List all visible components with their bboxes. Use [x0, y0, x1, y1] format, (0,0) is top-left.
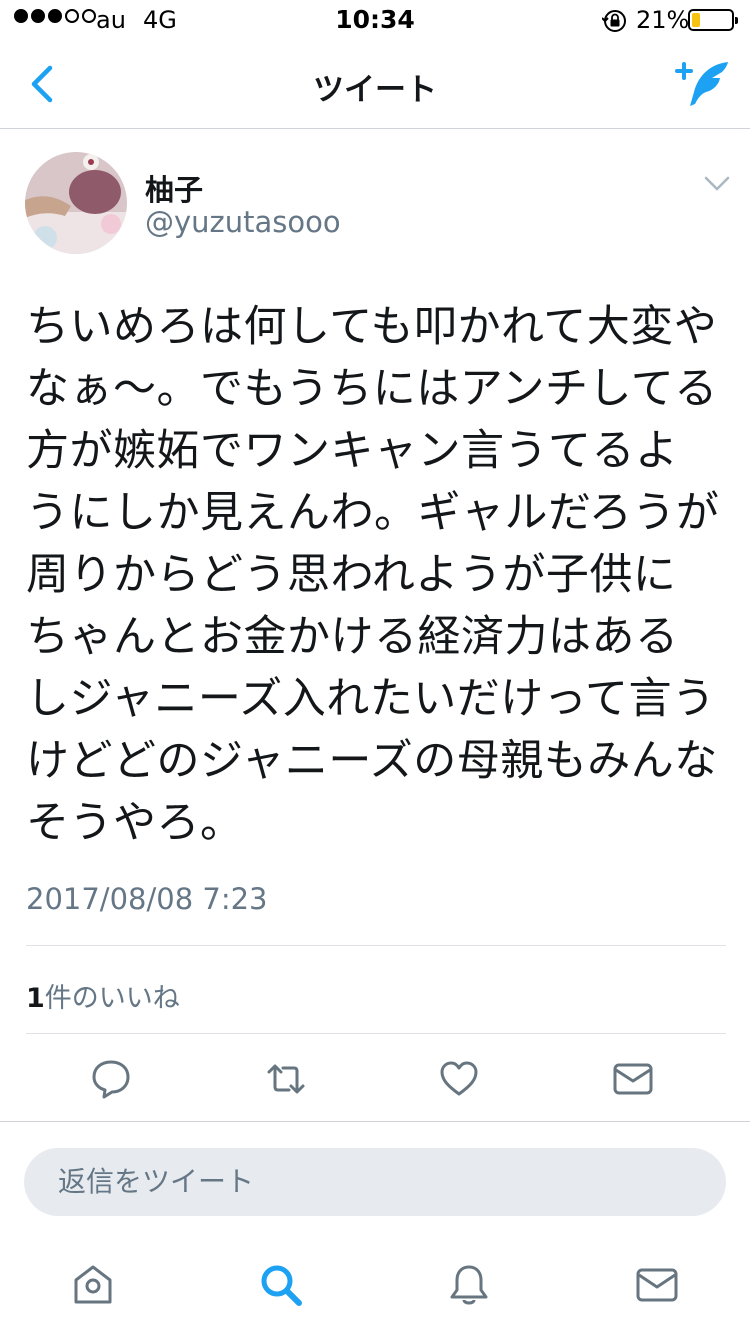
- rotation-lock-icon: [602, 10, 626, 32]
- tweet-line: なぁ〜。でもうちにはアンチしてる: [26, 364, 718, 414]
- section-divider: [0, 1121, 750, 1122]
- notifications-icon[interactable]: [446, 1262, 492, 1308]
- tweet-line: ちいめろは何しても叩かれて大変や: [26, 302, 718, 352]
- battery-percent: 21%: [636, 6, 690, 34]
- home-icon[interactable]: [70, 1262, 116, 1308]
- status-bar: au 4G 10:34 21%: [0, 0, 750, 40]
- navigation-bar: ツイート: [0, 40, 750, 129]
- divider: [26, 945, 726, 946]
- like-icon[interactable]: [438, 1058, 480, 1100]
- tweet-line: ちゃんとお金かける経済力はある: [26, 612, 679, 662]
- avatar[interactable]: [25, 152, 127, 254]
- display-name[interactable]: 柚子: [145, 167, 203, 209]
- likes-count: 1: [26, 983, 45, 1014]
- tweet-line: 方が嫉妬でワンキャン言うてるよ: [26, 426, 679, 476]
- tweet-timestamp: 2017/08/08 7:23: [26, 882, 268, 916]
- chevron-down-icon[interactable]: [704, 175, 730, 193]
- tweet-line: そうやろ。: [26, 798, 244, 848]
- user-handle[interactable]: @yuzutasooo: [145, 205, 341, 239]
- tweet-line: しジャニーズ入れたいだけって言う: [26, 674, 716, 724]
- tweet-line: けどどのジャニーズの母親もみんな: [26, 736, 718, 786]
- compose-tweet-icon[interactable]: [674, 58, 730, 110]
- likes-summary[interactable]: 1件のいいね: [26, 976, 180, 1015]
- reply-input[interactable]: 返信をツイート: [24, 1148, 726, 1216]
- battery-icon: [688, 9, 738, 31]
- divider: [26, 1033, 726, 1034]
- direct-message-icon[interactable]: [612, 1058, 654, 1100]
- retweet-icon[interactable]: [265, 1058, 307, 1100]
- tweet-line: 周りからどう思われようが子供に: [26, 550, 677, 600]
- messages-icon[interactable]: [634, 1262, 680, 1308]
- likes-label: 件のいいね: [44, 983, 180, 1014]
- tweet-line: うにしか見えんわ。ギャルだろうが: [26, 488, 720, 538]
- search-icon[interactable]: [258, 1262, 304, 1308]
- page-title: ツイート: [313, 72, 437, 108]
- tweet-text: ちいめろは何しても叩かれて大変や なぁ〜。でもうちにはアンチしてる 方が嫉妬でワ…: [26, 296, 728, 854]
- reply-icon[interactable]: [90, 1058, 132, 1100]
